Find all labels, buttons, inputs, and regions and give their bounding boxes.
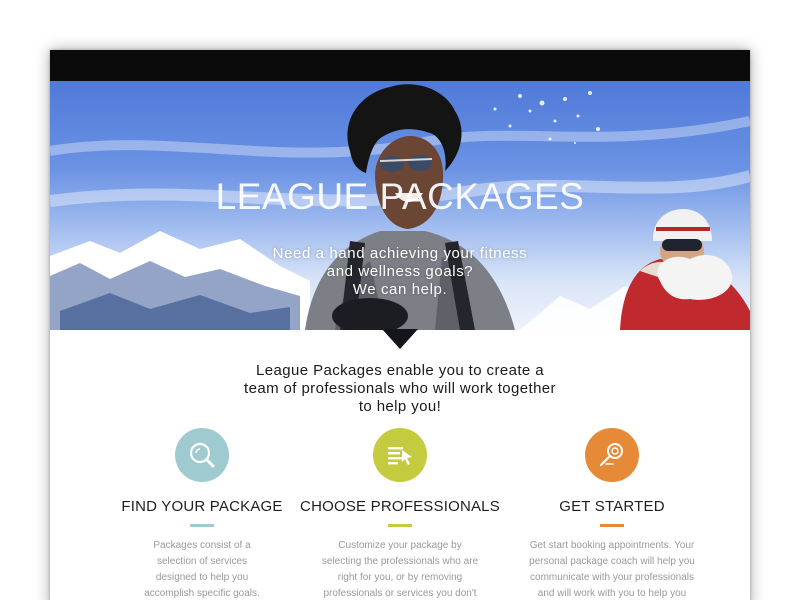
feature-description-line: Packages consist of a (153, 540, 251, 551)
feature-description-line: selection of services (156, 556, 248, 567)
feature-description-line: professionals or services you don't (323, 588, 477, 599)
list-cursor-icon (388, 447, 412, 465)
feature-description-line: selecting the professionals who are (321, 556, 479, 567)
hero-subtitle: Need a hand achieving your fitness and w… (250, 245, 550, 299)
intro-line: to help you! (358, 398, 442, 415)
feature-description: Customize your package by selecting the … (310, 538, 490, 600)
feature-description-line: accomplish specific goals. (144, 588, 260, 599)
feature-description: Get start booking appointments. Your per… (522, 538, 702, 600)
feature-underline (388, 524, 412, 527)
intro-text: League Packages enable you to create a t… (200, 362, 600, 416)
feature-description-line: Get start booking appointments. Your (529, 540, 695, 551)
browser-frame: LEAGUE PACKAGES Need a hand achieving yo… (50, 50, 750, 600)
feature-find-package: FIND YOUR PACKAGE Packages consist of a … (102, 428, 302, 600)
feature-icon-circle[interactable] (373, 428, 427, 482)
magnifier-icon (189, 442, 215, 468)
feature-get-started: GET STARTED Get start booking appointmen… (512, 428, 712, 600)
feature-underline (600, 524, 624, 527)
feature-title: CHOOSE PROFESSIONALS (300, 498, 500, 515)
hero-subtitle-line: We can help. (352, 281, 448, 298)
hero-subtitle-line: and wellness goals? (326, 263, 474, 280)
pin-icon (599, 443, 623, 467)
feature-description-line: Customize your package by (338, 540, 462, 551)
feature-description-line: and will work with you to help you (537, 588, 687, 599)
feature-icon-circle[interactable] (585, 428, 639, 482)
hero-title: LEAGUE PACKAGES (215, 176, 585, 217)
hero-pointer-arrow (382, 329, 418, 349)
feature-title: GET STARTED (559, 498, 665, 515)
intro-line: team of professionals who will work toge… (244, 380, 556, 397)
feature-description-line: designed to help you (155, 572, 249, 583)
feature-icon-circle[interactable] (175, 428, 229, 482)
feature-underline (190, 524, 214, 527)
top-bar (50, 50, 750, 81)
feature-description-line: communicate with your professionals (530, 572, 694, 583)
hero-banner: LEAGUE PACKAGES Need a hand achieving yo… (50, 81, 750, 330)
intro-line: League Packages enable you to create a (256, 362, 544, 379)
feature-description-line: right for you, or by removing (337, 572, 463, 583)
feature-title: FIND YOUR PACKAGE (121, 498, 283, 515)
feature-description-line: personal package coach will help you (529, 556, 695, 567)
hero-subtitle-line: Need a hand achieving your fitness (272, 245, 528, 262)
feature-choose-professionals: CHOOSE PROFESSIONALS Customize your pack… (300, 428, 500, 600)
feature-description: Packages consist of a selection of servi… (112, 538, 292, 600)
